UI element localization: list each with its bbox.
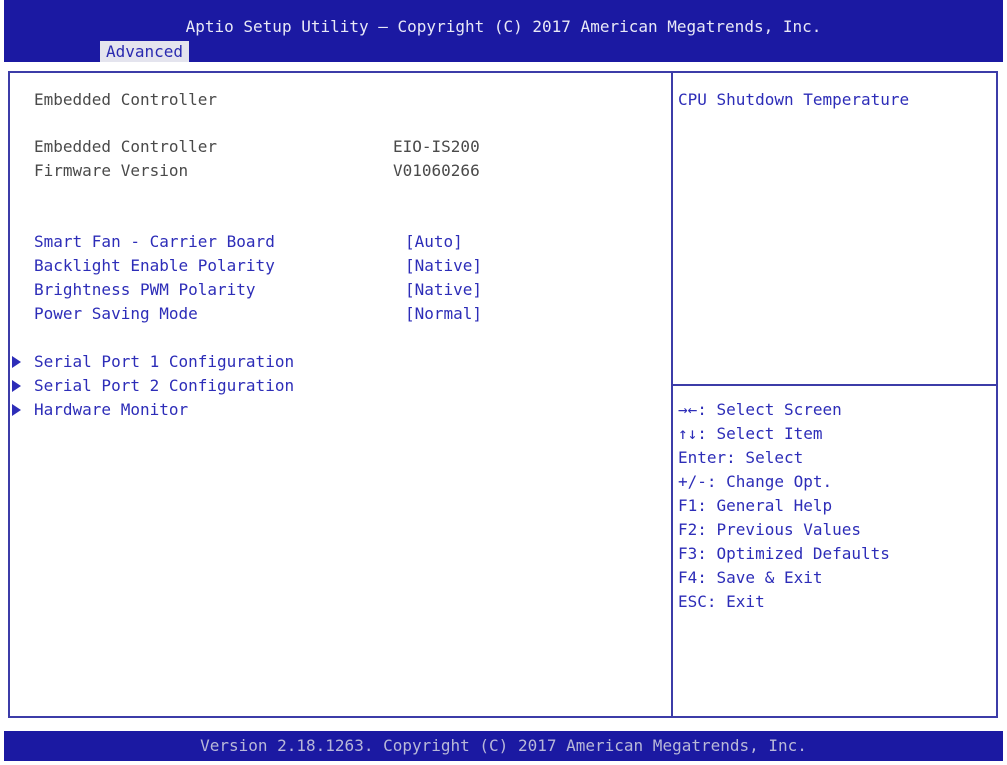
- help-key-select-item: ↑↓: Select Item: [678, 424, 823, 443]
- app-title: Aptio Setup Utility – Copyright (C) 2017…: [185, 17, 822, 36]
- setting-power-saving-mode[interactable]: Power Saving Mode: [34, 304, 198, 324]
- help-key-f3: F3: Optimized Defaults: [678, 544, 890, 563]
- setting-backlight-enable-polarity[interactable]: Backlight Enable Polarity: [34, 256, 275, 276]
- setting-brightness-pwm-polarity[interactable]: Brightness PWM Polarity: [34, 280, 256, 300]
- submenu-arrow-icon: [12, 404, 21, 416]
- submenu-hardware-monitor[interactable]: Hardware Monitor: [34, 400, 188, 420]
- help-key-f4: F4: Save & Exit: [678, 568, 823, 587]
- help-divider: [673, 384, 998, 386]
- help-description: CPU Shutdown Temperature: [678, 90, 910, 109]
- help-key-select-screen: →←: Select Screen: [678, 400, 842, 419]
- info-value-firmware-version: V01060266: [393, 161, 480, 180]
- version-text: Version 2.18.1263. Copyright (C) 2017 Am…: [200, 736, 807, 755]
- submenu-arrow-icon: [12, 356, 21, 368]
- setting-value-brightness-pwm-polarity[interactable]: [Native]: [405, 280, 482, 300]
- help-key-f1: F1: General Help: [678, 496, 833, 515]
- setting-value-backlight-enable-polarity[interactable]: [Native]: [405, 256, 482, 276]
- info-label-firmware-version: Firmware Version: [34, 161, 189, 180]
- tab-advanced[interactable]: Advanced: [100, 41, 190, 62]
- help-key-enter: Enter: Select: [678, 448, 804, 467]
- setting-value-smart-fan[interactable]: [Auto]: [405, 232, 463, 252]
- help-key-f2: F2: Previous Values: [678, 520, 862, 539]
- submenu-serial-port-1[interactable]: Serial Port 1 Configuration: [34, 352, 294, 372]
- setting-value-cpu-shutdown-temperature[interactable]: [Disable]: [405, 208, 492, 228]
- help-key-change-opt: +/-: Change Opt.: [678, 472, 833, 491]
- info-value-embedded-controller: EIO-IS200: [393, 137, 480, 156]
- setting-value-power-saving-mode[interactable]: [Normal]: [405, 304, 482, 324]
- info-label-embedded-controller: Embedded Controller: [34, 137, 218, 156]
- setting-smart-fan[interactable]: Smart Fan - Carrier Board: [34, 232, 275, 252]
- setting-cpu-shutdown-temperature[interactable]: CPU Shutdown Temperature: [34, 208, 265, 228]
- panel-divider: [671, 71, 673, 718]
- submenu-arrow-icon: [12, 380, 21, 392]
- submenu-serial-port-2[interactable]: Serial Port 2 Configuration: [34, 376, 294, 396]
- header-bar: Aptio Setup Utility – Copyright (C) 2017…: [4, 0, 1003, 62]
- footer-bar: Version 2.18.1263. Copyright (C) 2017 Am…: [4, 731, 1003, 761]
- help-key-esc: ESC: Exit: [678, 592, 765, 611]
- section-title: Embedded Controller: [34, 90, 218, 109]
